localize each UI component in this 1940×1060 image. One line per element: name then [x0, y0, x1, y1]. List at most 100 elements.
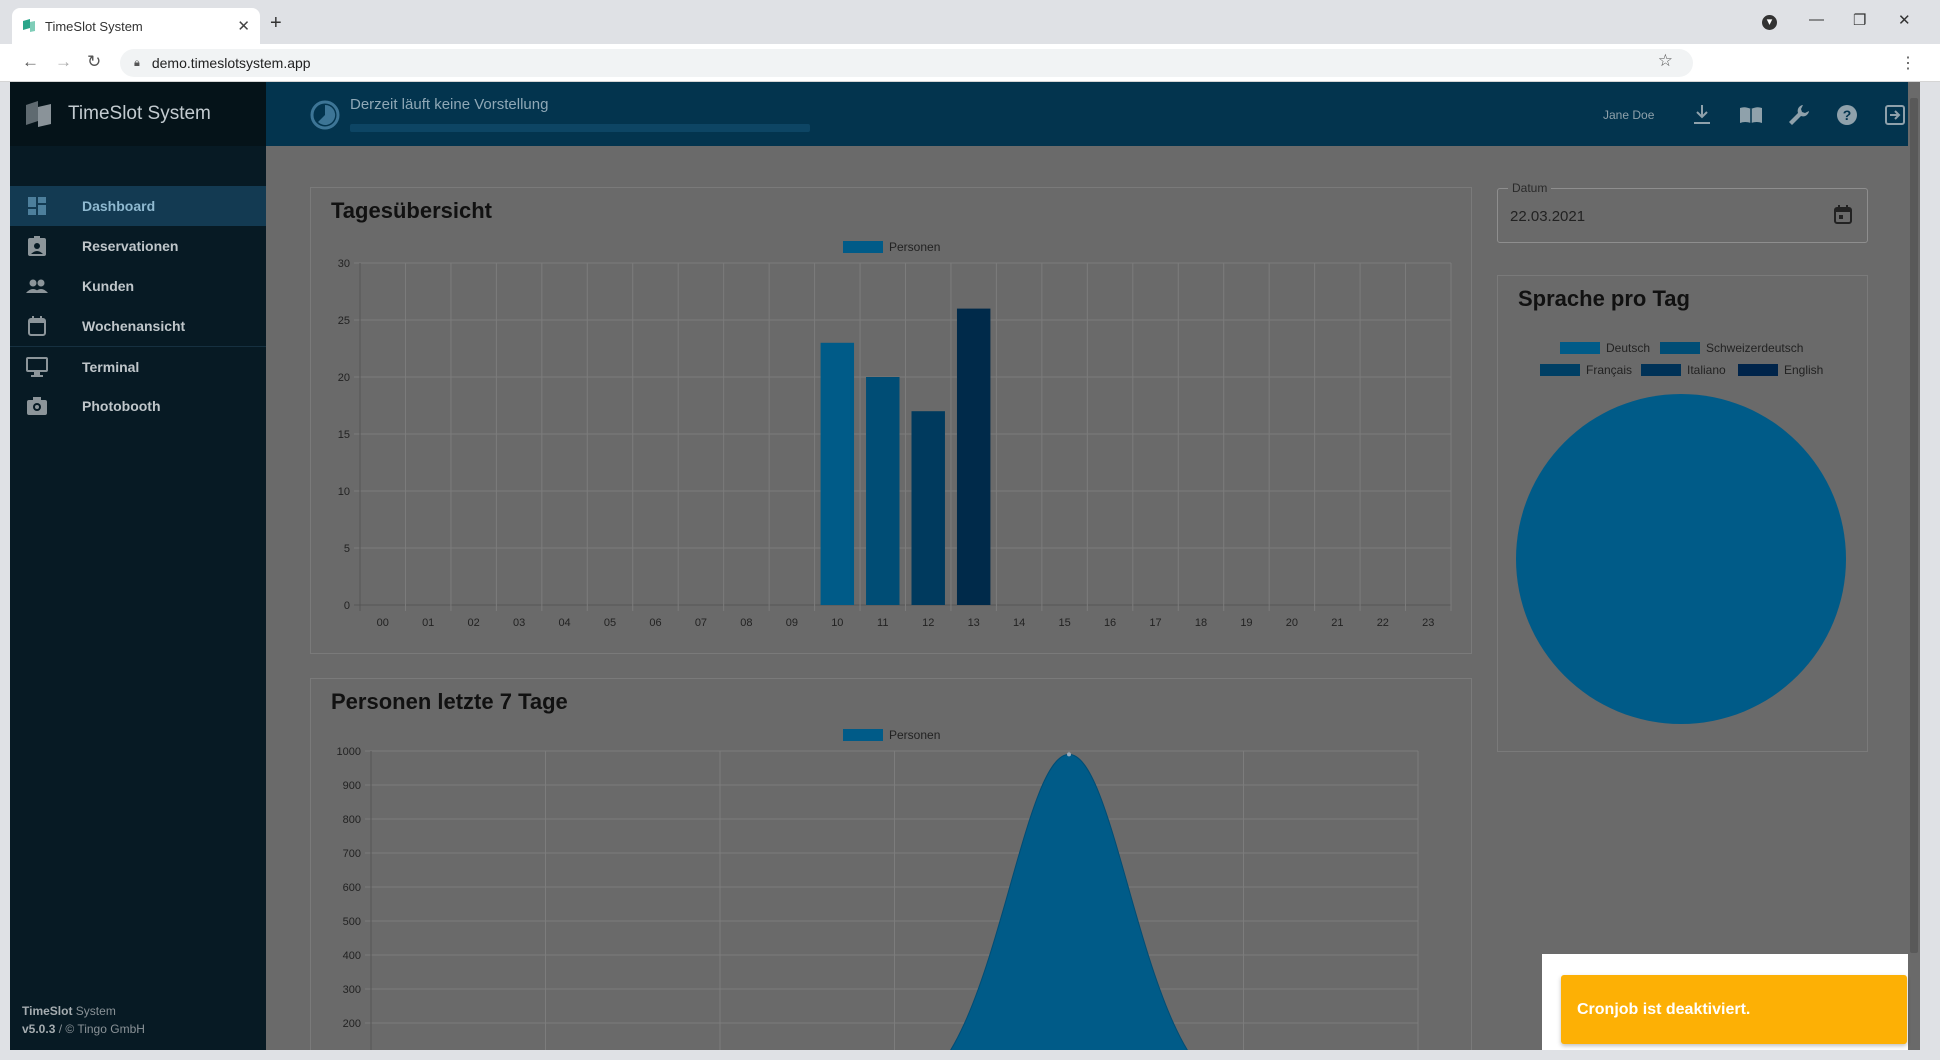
y-tick-label: 1000 — [337, 746, 361, 758]
help-icon[interactable]: ? — [1834, 102, 1860, 128]
logout-icon[interactable] — [1882, 102, 1908, 128]
scrollbar-thumb[interactable] — [1910, 98, 1918, 953]
x-tick-label: 05 — [604, 617, 616, 629]
legend-label: Personen — [889, 728, 940, 742]
date-field-label: Datum — [1508, 181, 1552, 195]
sidebar-menu: Dashboard Reservationen Kunden Wochenans… — [10, 186, 266, 426]
y-tick-label: 400 — [343, 950, 361, 962]
x-tick-label: 08 — [740, 617, 752, 629]
y-tick-label: 0 — [344, 600, 350, 612]
sidebar-item-wochenansicht[interactable]: Wochenansicht — [10, 306, 266, 346]
legend-swatch — [843, 729, 883, 741]
book-icon[interactable] — [1738, 102, 1764, 128]
x-tick-label: 09 — [786, 617, 798, 629]
x-tick-label: 21 — [1331, 617, 1343, 629]
lock-icon: 🔒︎ — [134, 56, 140, 69]
x-tick-label: 13 — [968, 617, 980, 629]
footer-product-suffix: System — [72, 1004, 116, 1018]
daily-overview-card: Tagesübersicht Personen 0 5 10 15 20 25 30 00 01… — [310, 187, 1472, 654]
tab-close-icon[interactable]: ✕ — [237, 17, 250, 35]
x-tick-label: 01 — [422, 617, 434, 629]
top-bar: Derzeit läuft keine Vorstellung Jane Doe… — [266, 82, 1920, 146]
bar-12 — [911, 411, 945, 605]
sidebar-item-label: Photobooth — [82, 398, 161, 414]
toast-notification[interactable]: Cronjob ist deaktiviert. — [1561, 975, 1907, 1044]
sidebar-item-label: Dashboard — [82, 198, 156, 214]
y-tick-label: 15 — [338, 429, 350, 441]
back-icon[interactable]: ← — [22, 53, 39, 70]
area-chart-grid — [365, 750, 1419, 1050]
area-chart-legend: Personen — [843, 728, 940, 742]
wrench-icon[interactable] — [1786, 102, 1812, 128]
area-series — [949, 753, 1189, 1050]
logo-icon — [26, 101, 51, 127]
reload-icon[interactable]: ↻ — [87, 53, 101, 70]
pie-legend: Deutsch Schweizerdeutsch Français Italia… — [1540, 341, 1823, 377]
brand[interactable]: TimeSlot System — [10, 82, 266, 146]
window-close-icon[interactable]: ✕ — [1898, 11, 1911, 29]
legend-label-schweizerdeutsch: Schweizerdeutsch — [1706, 341, 1803, 355]
bar-11 — [866, 377, 900, 605]
x-tick-label: 18 — [1195, 617, 1207, 629]
legend-swatch-schweizerdeutsch — [1660, 342, 1700, 354]
sidebar-item-photobooth[interactable]: Photobooth — [10, 386, 266, 426]
monitor-icon — [26, 356, 48, 378]
x-tick-label: 02 — [468, 617, 480, 629]
y-tick-label: 300 — [343, 984, 361, 996]
y-tick-label: 25 — [338, 315, 350, 327]
new-tab-button[interactable]: + — [270, 13, 282, 33]
y-tick-label: 5 — [344, 543, 350, 555]
forward-icon[interactable]: → — [55, 53, 72, 70]
minimize-icon[interactable]: — — [1809, 11, 1824, 28]
download-icon[interactable] — [1689, 102, 1715, 128]
legend-swatch-english — [1738, 364, 1778, 376]
y-tick-label: 900 — [343, 780, 361, 792]
x-tick-label: 07 — [695, 617, 707, 629]
calendar-picker-icon[interactable] — [1832, 204, 1854, 226]
last-7-days-card: Personen letzte 7 Tage Personen 100 200 30… — [310, 678, 1472, 1050]
bar-10 — [820, 342, 855, 605]
user-name[interactable]: Jane Doe — [1603, 108, 1654, 122]
date-field-value[interactable]: 22.03.2021 — [1510, 208, 1585, 225]
address-bar-row: ← → ↻ 🔒︎ demo.timeslotsystem.app ☆ ⋮ — [0, 44, 1940, 82]
y-tick-label: 600 — [343, 882, 361, 894]
calendar-icon — [26, 315, 48, 337]
page-scrollbar[interactable] — [1908, 82, 1920, 1050]
bookmark-star-icon[interactable]: ☆ — [1658, 51, 1673, 71]
footer-product-name: TimeSlot — [22, 1004, 73, 1018]
sidebar: TimeSlot System Dashboard Reservationen … — [10, 82, 266, 1050]
sidebar-item-label: Reservationen — [82, 238, 179, 254]
sidebar-item-dashboard[interactable]: Dashboard — [10, 186, 266, 226]
legend-swatch-italiano — [1641, 364, 1681, 376]
x-tick-label: 14 — [1013, 617, 1025, 629]
people-icon — [26, 275, 48, 297]
url-input[interactable]: 🔒︎ demo.timeslotsystem.app ☆ — [120, 49, 1693, 77]
legend-swatch-francais — [1540, 364, 1580, 376]
profile-menu-icon[interactable]: ▾ — [1762, 15, 1777, 30]
x-tick-label: 00 — [377, 617, 389, 629]
footer-copyright: / © Tingo GmbH — [55, 1022, 145, 1036]
sidebar-item-label: Kunden — [82, 278, 135, 294]
restore-icon[interactable]: ❐ — [1853, 11, 1866, 29]
x-tick-label: 12 — [922, 617, 934, 629]
area-chart-labels: 1002003004005006007008009001000 — [337, 746, 361, 1030]
y-tick-label: 30 — [338, 258, 350, 270]
browser-menu-icon[interactable]: ⋮ — [1900, 53, 1916, 73]
y-tick-label: 10 — [338, 486, 350, 498]
bar-chart-legend: Personen — [843, 240, 940, 254]
x-tick-label: 22 — [1377, 617, 1389, 629]
sidebar-item-label: Terminal — [82, 358, 140, 375]
sidebar-item-kunden[interactable]: Kunden — [10, 266, 266, 306]
sidebar-item-terminal[interactable]: Terminal — [10, 346, 266, 386]
y-tick-label: 500 — [343, 916, 361, 928]
sidebar-item-reservationen[interactable]: Reservationen — [10, 226, 266, 266]
favicon-icon — [23, 19, 35, 32]
legend-label-italiano: Italiano — [1687, 363, 1726, 377]
sidebar-footer: TimeSlot System v5.0.3 / © Tingo GmbH — [22, 1002, 145, 1038]
bar-chart-grid — [354, 262, 1452, 611]
language-pie-chart: Deutsch Schweizerdeutsch Français Italia… — [1516, 341, 1846, 724]
bar-13 — [956, 308, 991, 605]
brand-name: TimeSlot System — [68, 103, 211, 124]
browser-tab[interactable]: TimeSlot System ✕ — [12, 8, 260, 44]
language-card: Sprache pro Tag Deutsch Schweizerdeutsch… — [1497, 275, 1868, 752]
